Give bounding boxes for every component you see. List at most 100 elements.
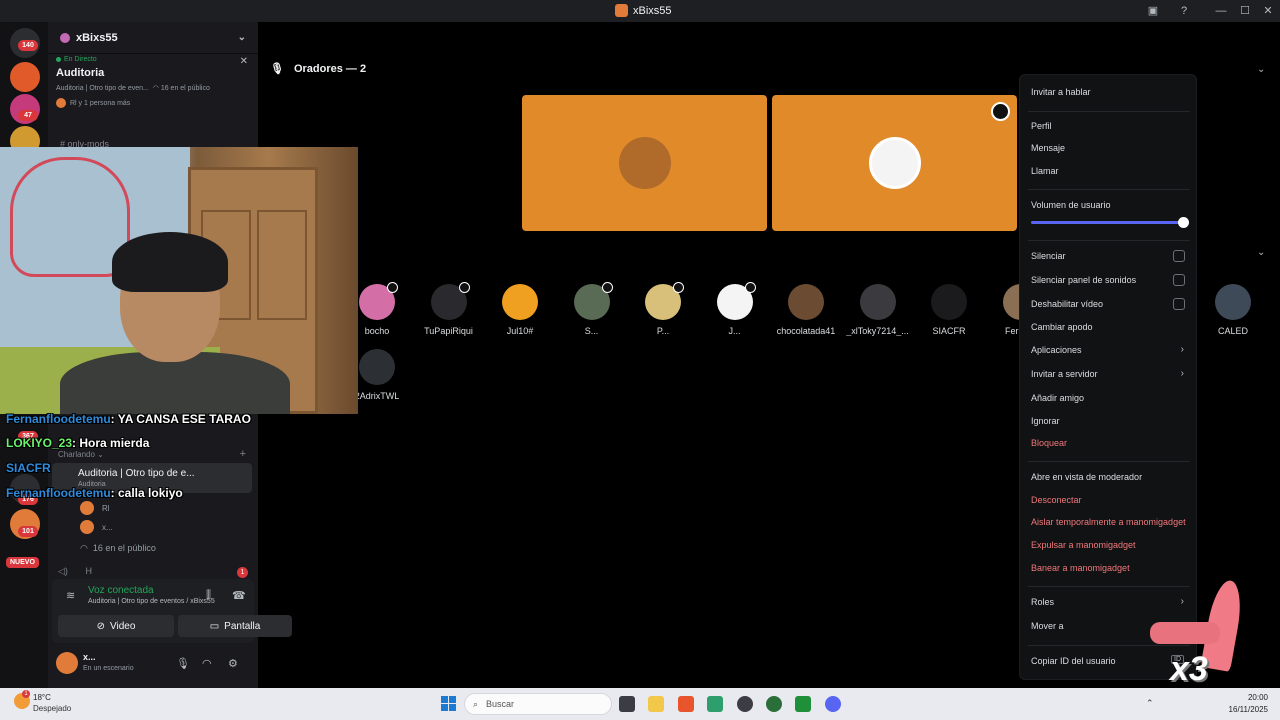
- speakers-header: 🎙︎ Oradores — 2: [270, 62, 366, 76]
- moderator-shield-icon: [991, 102, 1010, 121]
- chat-line: Fernanfloodetemu: calla lokiyo: [6, 486, 183, 500]
- menu-copy-id[interactable]: Copiar ID del usuario: [1031, 656, 1116, 666]
- menu-timeout[interactable]: Aislar temporalmente a manomigadget: [1031, 517, 1186, 527]
- chevron-down-icon[interactable]: ⌄: [1257, 64, 1265, 75]
- menu-change-nick[interactable]: Cambiar apodo: [1031, 322, 1093, 332]
- audience-member[interactable]: chocolatada41: [770, 284, 842, 336]
- help-icon[interactable]: ?: [1176, 3, 1192, 19]
- voice-user-x[interactable]: x...: [80, 520, 113, 534]
- menu-apps[interactable]: Aplicaciones: [1031, 345, 1082, 355]
- terminal-icon[interactable]: [795, 696, 811, 712]
- chat-user: SIACFR: [6, 461, 51, 475]
- menu-mod-view[interactable]: Abre en vista de moderador: [1031, 472, 1142, 482]
- moderator-shield-icon: [387, 282, 398, 293]
- audience-count[interactable]: ◠ 16 en el público: [80, 543, 156, 554]
- weather-temp[interactable]: 18°C: [33, 693, 51, 702]
- menu-add-friend[interactable]: Añadir amigo: [1031, 393, 1084, 403]
- video-off-icon: ⊘: [96, 620, 105, 632]
- menu-mute-soundboard[interactable]: Silenciar panel de sonidos: [1031, 275, 1136, 285]
- menu-mute[interactable]: Silenciar: [1031, 251, 1066, 261]
- maximize-button[interactable]: ☐: [1237, 3, 1253, 19]
- menu-block[interactable]: Bloquear: [1031, 438, 1067, 448]
- speaker-tile[interactable]: [772, 95, 1017, 231]
- discord-window: xBixs55 ▣ ? — ☐ ✕ 140 47 367 176 101 NUE…: [0, 0, 1280, 688]
- voice-connected-panel: ≋ Voz conectada Auditoria | Otro tipo de…: [52, 579, 292, 643]
- volume-slider-handle[interactable]: [1178, 217, 1189, 228]
- menu-move-to[interactable]: Mover a: [1031, 621, 1064, 631]
- category-charlando[interactable]: Charlando ⌄: [58, 450, 104, 459]
- clock-time[interactable]: 20:00: [1248, 693, 1268, 702]
- video-button[interactable]: ⊘ Video: [58, 615, 174, 637]
- gear-icon[interactable]: ⚙: [228, 657, 238, 670]
- disconnect-icon[interactable]: ☎: [232, 589, 246, 602]
- avatar[interactable]: [56, 652, 78, 674]
- menu-disable-video[interactable]: Deshabilitar vídeo: [1031, 299, 1103, 309]
- menu-kick[interactable]: Expulsar a manomigadget: [1031, 540, 1136, 550]
- moderator-shield-icon: [744, 282, 756, 293]
- close-icon[interactable]: ✕: [240, 56, 248, 67]
- user-name[interactable]: x...: [83, 652, 96, 662]
- taskview-icon[interactable]: [619, 696, 635, 712]
- xbox-icon[interactable]: [766, 696, 782, 712]
- audience-member[interactable]: _xlToky7214_...: [842, 284, 914, 336]
- close-window-button[interactable]: ✕: [1260, 3, 1276, 19]
- audience-member[interactable]: CALED: [1197, 284, 1269, 336]
- live-event-card[interactable]: En Directo Auditoria Auditoria | Otro ti…: [56, 56, 252, 122]
- audience-member[interactable]: P...: [627, 282, 699, 336]
- start-button[interactable]: [441, 696, 456, 711]
- chevron-down-icon[interactable]: ⌄: [1257, 247, 1265, 258]
- mute-soundboard-checkbox[interactable]: [1173, 274, 1185, 286]
- inbox-icon[interactable]: ▣: [1145, 3, 1161, 19]
- disable-video-checkbox[interactable]: [1173, 298, 1185, 310]
- menu-disconnect[interactable]: Desconectar: [1031, 495, 1082, 505]
- menu-invite-speak[interactable]: Invitar a hablar: [1031, 87, 1091, 97]
- avatar: [80, 501, 94, 515]
- signal-icon[interactable]: ≋: [66, 589, 75, 602]
- menu-ban[interactable]: Banear a manomigadget: [1031, 563, 1130, 573]
- audience-member[interactable]: J...: [699, 282, 771, 336]
- audience-member[interactable]: TuPapiRiqui: [413, 282, 485, 336]
- server-icon-1[interactable]: [10, 62, 40, 92]
- notepad-icon[interactable]: [707, 696, 723, 712]
- channel-h[interactable]: ◁) H: [58, 566, 92, 577]
- brave-browser-icon[interactable]: [678, 696, 694, 712]
- audience-name: _xlToky7214_...: [846, 326, 909, 336]
- avatar: [931, 284, 967, 320]
- file-explorer-icon[interactable]: [648, 696, 664, 712]
- mute-checkbox[interactable]: [1173, 250, 1185, 262]
- headphones-icon: ◠: [152, 85, 159, 92]
- microphone-icon[interactable]: 🎙︎: [176, 657, 190, 670]
- audience-member[interactable]: Jul10#: [484, 284, 556, 336]
- microphone-icon: 🎙︎: [270, 63, 284, 75]
- server-header[interactable]: xBixs55 ⌄: [48, 22, 258, 54]
- menu-ignore[interactable]: Ignorar: [1031, 416, 1060, 426]
- menu-call[interactable]: Llamar: [1031, 166, 1059, 176]
- system-tray[interactable]: ⌃: [1146, 698, 1154, 709]
- audience-member[interactable]: SIACFR: [913, 284, 985, 336]
- chat-user: Fernanfloodetemu: [6, 486, 111, 500]
- soundwave-icon[interactable]: ⫼: [206, 589, 211, 602]
- menu-profile[interactable]: Perfil: [1031, 121, 1052, 131]
- clock-date[interactable]: 16/11/2025: [1229, 705, 1268, 714]
- voice-user-rl[interactable]: Rl: [80, 501, 110, 515]
- obs-icon[interactable]: [737, 696, 753, 712]
- audience-name: chocolatada41: [776, 326, 836, 336]
- screen-share-button[interactable]: ▭ Pantalla: [178, 615, 292, 637]
- menu-message[interactable]: Mensaje: [1031, 143, 1065, 153]
- add-channel-icon[interactable]: +: [240, 448, 246, 460]
- taskbar-search[interactable]: ⌕ Buscar: [464, 693, 612, 715]
- minimize-button[interactable]: —: [1213, 3, 1229, 19]
- weather-desc[interactable]: Despejado: [33, 704, 71, 713]
- home-badge: 140: [18, 40, 38, 51]
- live-people-text: Rl y 1 persona más: [70, 99, 131, 107]
- volume-slider[interactable]: [1031, 221, 1185, 224]
- speaker-tile[interactable]: [522, 95, 767, 231]
- menu-roles[interactable]: Roles: [1031, 597, 1054, 607]
- voice-channel-path: Auditoria | Otro tipo de eventos / xBixs…: [88, 598, 215, 605]
- menu-invite-server[interactable]: Invitar a servidor: [1031, 369, 1098, 379]
- avatar: [80, 520, 94, 534]
- live-event-topic: Auditoria | Otro tipo de even...: [56, 85, 149, 92]
- headphones-icon[interactable]: ◠: [202, 657, 212, 670]
- audience-member[interactable]: S...: [556, 282, 628, 336]
- discord-taskbar-icon[interactable]: [825, 696, 841, 712]
